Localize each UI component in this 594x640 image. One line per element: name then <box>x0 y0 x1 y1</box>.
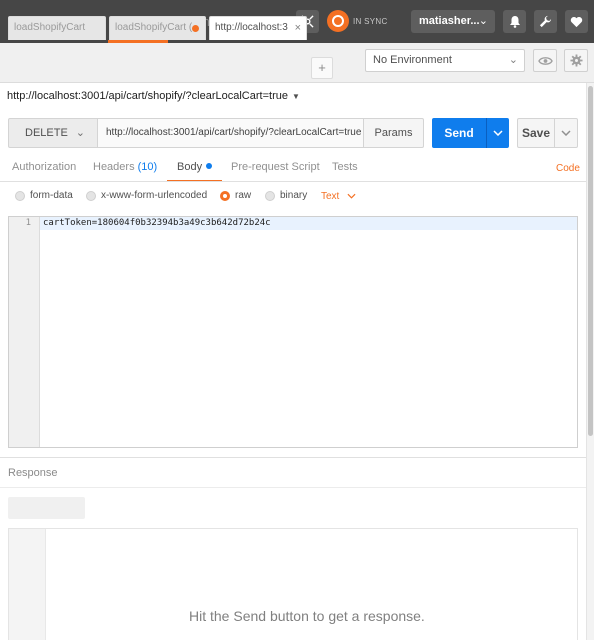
save-button[interactable]: Save <box>517 118 555 148</box>
body-type-binary[interactable]: binary <box>265 189 307 203</box>
caret-down-icon: ▼ <box>291 92 300 101</box>
response-empty-message: Hit the Send button to get a response. <box>189 608 425 624</box>
radio-label: binary <box>280 190 308 201</box>
method-value: DELETE <box>25 127 68 139</box>
chevron-down-icon <box>493 130 503 136</box>
bell-icon <box>509 16 520 28</box>
chevron-down-icon: ⌄ <box>478 15 488 27</box>
radio-selected-icon <box>220 191 230 201</box>
tab-body-label: Body <box>177 161 203 173</box>
body-editor[interactable]: 1 cartToken=180604f0b32394b3a49c3b642d72… <box>8 216 578 448</box>
body-type-urlencoded[interactable]: x-www-form-urlencoded <box>86 189 207 203</box>
unsaved-dot-icon <box>192 25 199 32</box>
request-tab[interactable]: loadShopifyCart <box>8 16 106 40</box>
radio-label: form-data <box>30 190 73 201</box>
close-icon[interactable]: × <box>295 17 301 39</box>
response-label: Response <box>8 467 58 479</box>
line-number: 1 <box>25 218 31 228</box>
tab-authorization[interactable]: Authorization <box>12 157 76 182</box>
radio-icon <box>15 191 25 201</box>
settings-button[interactable] <box>534 10 557 33</box>
body-type-form-data[interactable]: form-data <box>15 189 73 203</box>
params-button[interactable]: Params <box>363 118 424 148</box>
environment-select[interactable]: No Environment ⌄ <box>365 49 525 72</box>
gear-icon <box>569 54 583 67</box>
headers-count: (10) <box>137 161 158 173</box>
user-dropdown[interactable]: matiasher... ⌄ <box>411 10 495 33</box>
save-options-button[interactable] <box>555 118 578 148</box>
notifications-button[interactable] <box>503 10 526 33</box>
new-tab-button[interactable]: + <box>311 57 333 79</box>
editor-line[interactable]: cartToken=180604f0b32394b3a49c3b642d72b2… <box>43 218 271 228</box>
manage-environments-button[interactable] <box>564 49 588 72</box>
body-type-raw[interactable]: raw <box>220 189 251 203</box>
tab-body[interactable]: Body <box>166 157 223 182</box>
divider <box>0 487 586 488</box>
response-meta-placeholder <box>8 497 85 519</box>
divider <box>0 457 586 458</box>
tab-headers[interactable]: Headers (10) <box>93 157 157 182</box>
editor-gutter: 1 <box>9 217 40 447</box>
body-indicator-dot <box>206 163 213 169</box>
username: matiasher... <box>419 15 480 27</box>
eye-icon <box>537 56 553 65</box>
send-options-button[interactable] <box>486 118 509 148</box>
generate-code-link[interactable]: Code <box>556 163 580 174</box>
sync-icon[interactable] <box>327 10 349 32</box>
tab-pre-request-script[interactable]: Pre-request Script <box>231 157 320 182</box>
radio-icon <box>86 191 96 201</box>
chevron-down-icon <box>561 130 571 136</box>
chevron-down-icon: ⌄ <box>75 127 85 139</box>
response-gutter <box>9 529 46 640</box>
request-title[interactable]: http://localhost:3001/api/cart/shopify/?… <box>7 90 300 102</box>
content-type-value: Text <box>321 191 340 202</box>
tab-headers-label: Headers <box>93 161 135 173</box>
radio-label: raw <box>235 190 252 201</box>
request-tab-label: loadShopifyCart ( <box>115 22 193 33</box>
wrench-icon <box>539 15 552 28</box>
request-tabs-bar <box>0 43 358 83</box>
heart-button[interactable] <box>565 10 588 33</box>
request-tab-label: http://localhost:3 <box>215 22 288 33</box>
scrollbar-thumb[interactable] <box>588 86 593 436</box>
heart-icon <box>570 16 583 27</box>
url-input[interactable]: http://localhost:3001/api/cart/shopify/?… <box>97 118 364 148</box>
chevron-down-icon: ⌄ <box>508 54 518 66</box>
request-tab[interactable]: loadShopifyCart ( <box>109 16 206 40</box>
method-select[interactable]: DELETE ⌄ <box>8 118 98 148</box>
sync-status: IN SYNC <box>353 17 388 26</box>
radio-icon <box>265 191 275 201</box>
request-tab-active[interactable]: http://localhost:3 × <box>209 16 307 40</box>
radio-label: x-www-form-urlencoded <box>101 190 208 201</box>
environment-quick-look-button[interactable] <box>533 49 557 72</box>
environment-selected: No Environment <box>373 54 452 66</box>
tab-tests[interactable]: Tests <box>332 157 358 182</box>
chevron-down-icon <box>347 193 356 199</box>
send-button[interactable]: Send <box>432 118 486 148</box>
divider <box>0 181 594 182</box>
raw-content-type-select[interactable]: Text <box>321 191 356 202</box>
request-title-text: http://localhost:3001/api/cart/shopify/?… <box>7 90 288 102</box>
request-tab-label: loadShopifyCart <box>14 22 86 33</box>
plus-icon: + <box>318 60 326 75</box>
